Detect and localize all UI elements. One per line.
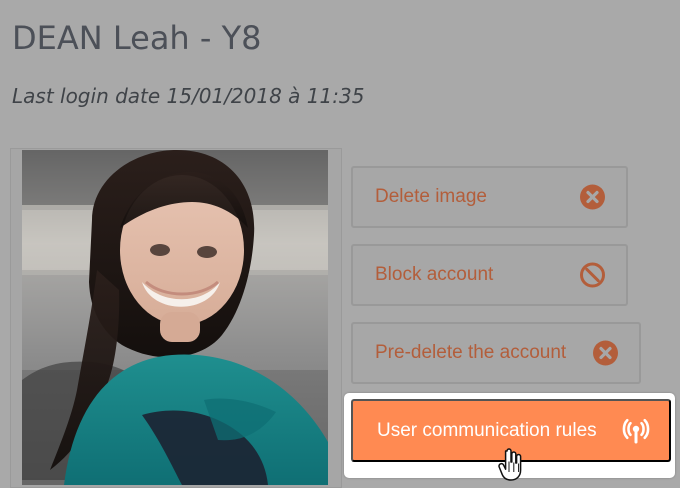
block-account-button[interactable]: Block account xyxy=(351,244,628,306)
x-circle-icon xyxy=(592,340,619,367)
pre-delete-account-label: Pre-delete the account xyxy=(375,342,567,363)
delete-image-label: Delete image xyxy=(375,186,487,207)
page-title: DEAN Leah - Y8 xyxy=(12,19,262,57)
profile-photo xyxy=(22,150,328,485)
delete-image-button[interactable]: Delete image xyxy=(351,166,628,228)
user-communication-rules-button[interactable]: User communication rules xyxy=(351,399,671,462)
block-account-label: Block account xyxy=(375,264,494,285)
x-circle-icon xyxy=(579,184,606,211)
user-communication-rules-label: User communication rules xyxy=(377,419,597,441)
last-login-text: Last login date 15/01/2018 à 11:35 xyxy=(12,84,365,108)
block-icon xyxy=(579,262,606,289)
broadcast-icon xyxy=(621,416,651,446)
pre-delete-account-button[interactable]: Pre-delete the account xyxy=(351,322,641,384)
